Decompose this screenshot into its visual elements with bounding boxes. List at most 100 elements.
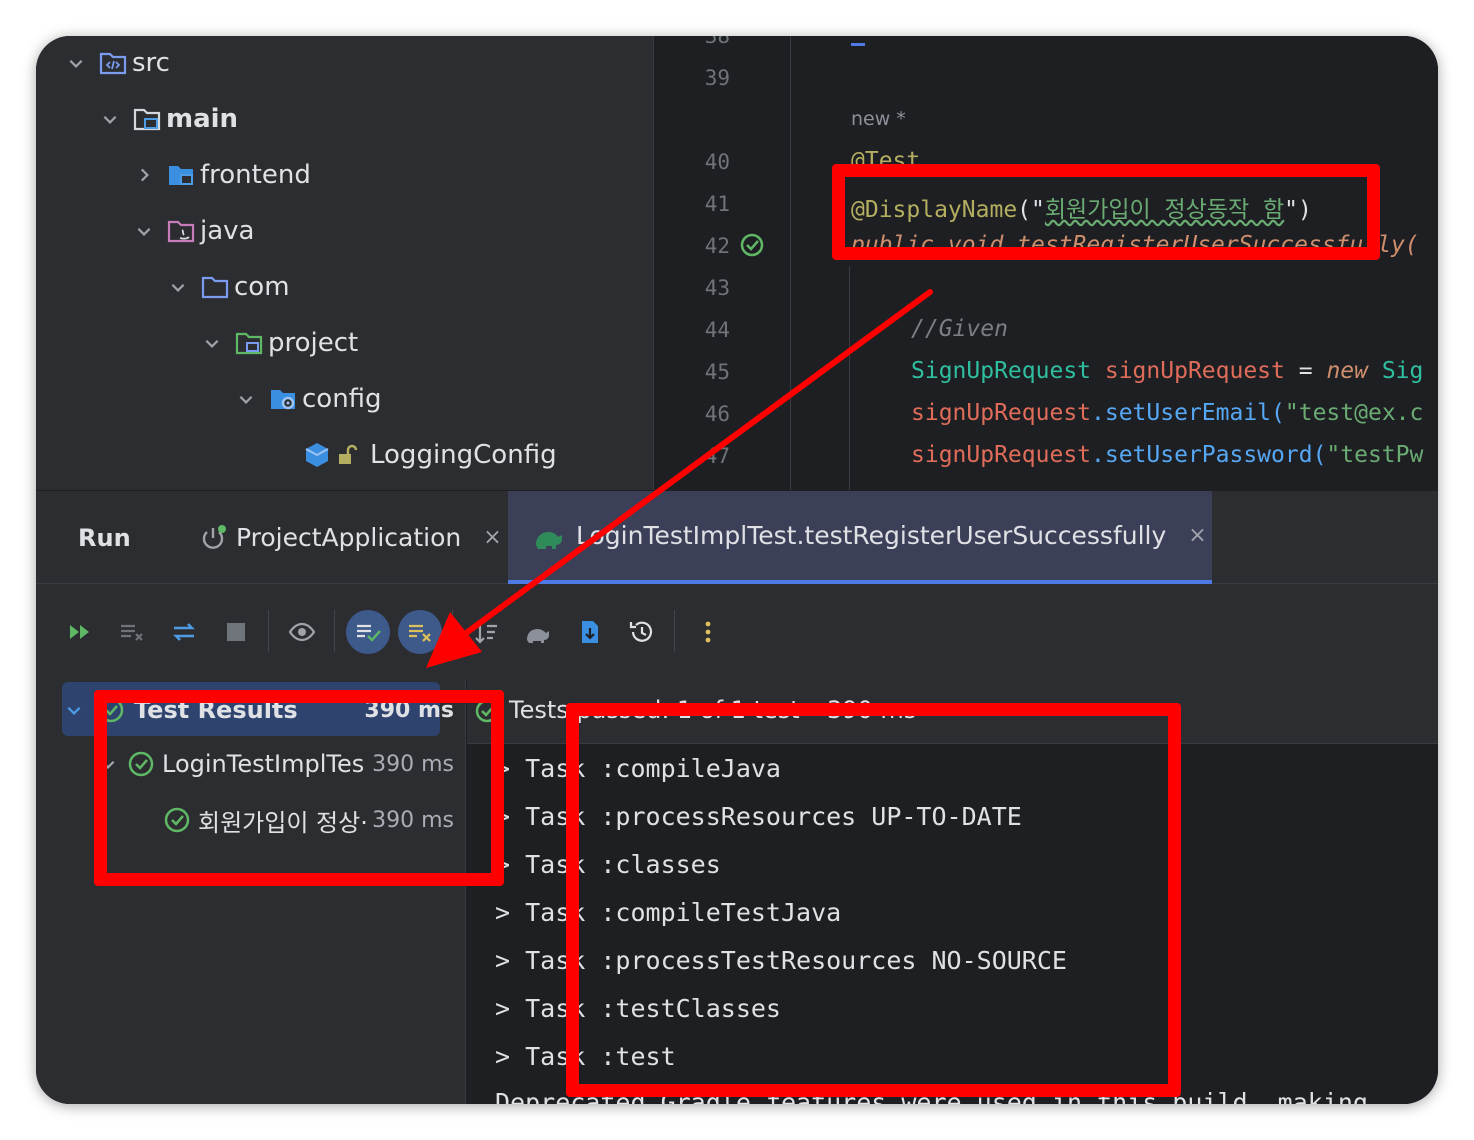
line-number: 45 bbox=[704, 360, 730, 384]
toggle-auto-test-icon[interactable] bbox=[162, 610, 206, 654]
declaration-line: SignUpRequest signUpRequest = new Sig bbox=[911, 358, 1423, 384]
editor-gutter: 38 39 40 41 42 43 44 45 46 47 bbox=[653, 36, 791, 490]
chevron-down-icon[interactable] bbox=[98, 107, 122, 131]
line-number: 43 bbox=[704, 276, 730, 300]
unlock-icon bbox=[336, 441, 360, 469]
export-icon[interactable] bbox=[568, 610, 612, 654]
close-icon[interactable]: × bbox=[483, 525, 501, 550]
annotation-token: @DisplayName bbox=[851, 197, 1018, 223]
type-token: Sig bbox=[1367, 358, 1424, 384]
tree-item-label: java bbox=[200, 216, 255, 246]
show-passed-tests-toggle-icon[interactable] bbox=[346, 610, 390, 654]
operator-token: = bbox=[1284, 358, 1327, 384]
gradle-elephant-icon bbox=[532, 521, 566, 551]
display-name-line: @DisplayName("회원가입이 정상동작 함") bbox=[851, 190, 1312, 224]
chevron-down-icon[interactable] bbox=[200, 331, 224, 355]
punctuation-token: (" bbox=[1017, 197, 1045, 223]
console-line: > Task :compileTestJava bbox=[495, 898, 842, 927]
rerun-icon[interactable] bbox=[58, 610, 102, 654]
history-icon[interactable] bbox=[620, 610, 664, 654]
more-icon[interactable] bbox=[686, 610, 730, 654]
console-line: > Task :testClasses bbox=[495, 994, 781, 1023]
test-duration: 390 ms bbox=[372, 751, 454, 777]
toolbar-separator bbox=[452, 610, 453, 652]
tree-item-label: com bbox=[234, 272, 290, 302]
test-class-label: LoginTestImplTes bbox=[162, 750, 365, 778]
chevron-down-icon[interactable] bbox=[132, 219, 156, 243]
run-test-passed-icon[interactable] bbox=[738, 231, 766, 259]
console-line: > Task :compileJava bbox=[495, 754, 781, 783]
package-folder-icon bbox=[234, 329, 264, 357]
passed-icon bbox=[162, 805, 192, 835]
chevron-down-icon[interactable] bbox=[166, 275, 190, 299]
line-number: 46 bbox=[704, 402, 730, 426]
variable-token: signUpRequest bbox=[1091, 358, 1285, 384]
tree-item-config[interactable]: config bbox=[234, 379, 382, 419]
tree-item-label: project bbox=[268, 328, 359, 358]
tree-item-main[interactable]: main bbox=[98, 99, 238, 139]
show-passed-icon[interactable] bbox=[280, 610, 324, 654]
test-annotation: @Test bbox=[851, 148, 921, 174]
tree-item-project[interactable]: project bbox=[200, 323, 358, 363]
variable-token: signUpRequest bbox=[911, 400, 1092, 426]
code-editor[interactable]: new * @Test @DisplayName("회원가입이 정상동작 함")… bbox=[791, 36, 1438, 490]
sort-icon[interactable] bbox=[464, 610, 508, 654]
string-token: "test@ex.c bbox=[1284, 400, 1424, 426]
line-number: 47 bbox=[704, 444, 730, 468]
show-ignored-icon[interactable] bbox=[398, 610, 442, 654]
close-icon[interactable]: × bbox=[1188, 523, 1206, 548]
rerun-failed-icon[interactable] bbox=[110, 610, 154, 654]
test-method-label: 회원가입이 정상· bbox=[198, 808, 368, 837]
line-number: 39 bbox=[704, 66, 730, 90]
chevron-down-icon[interactable] bbox=[96, 752, 120, 776]
console-line: > Task :processResources UP-TO-DATE bbox=[495, 802, 1022, 831]
tree-item-label: frontend bbox=[200, 160, 311, 190]
method-token: .setUserEmail( bbox=[1091, 400, 1285, 426]
test-method-row[interactable]: 회원가입이 정상· 390 ms bbox=[162, 798, 454, 842]
console-line: > Task :processTestResources NO-SOURCE bbox=[495, 946, 1067, 975]
package-folder-icon bbox=[200, 273, 230, 301]
config-folder-icon bbox=[268, 385, 298, 413]
test-results-root[interactable]: Test Results 390 ms bbox=[62, 688, 454, 732]
tree-item-label: src bbox=[132, 48, 170, 78]
tree-item-frontend[interactable]: frontend bbox=[132, 155, 311, 195]
keyword-token: new bbox=[1326, 358, 1368, 384]
method-token: .setUserPassword( bbox=[1091, 442, 1327, 468]
toolbar-separator bbox=[268, 610, 269, 652]
chevron-down-icon[interactable] bbox=[64, 51, 88, 75]
line-number: 44 bbox=[704, 318, 730, 342]
tree-item-src[interactable]: src bbox=[64, 43, 170, 83]
chevron-right-icon[interactable] bbox=[132, 163, 156, 187]
string-token: 회원가입이 정상동작 함 bbox=[1044, 197, 1285, 223]
chevron-down-icon[interactable] bbox=[62, 698, 86, 722]
gradle-icon[interactable] bbox=[516, 610, 560, 654]
test-status-text: Tests passed: 1 of 1 test – 390 ms bbox=[509, 696, 917, 724]
set-email-line: signUpRequest.setUserEmail("test@ex.c bbox=[911, 400, 1423, 426]
test-duration: 390 ms bbox=[364, 697, 454, 723]
tree-item-label: config bbox=[302, 384, 382, 414]
usages-hint[interactable]: new * bbox=[851, 108, 906, 130]
run-toolbar bbox=[36, 584, 1438, 680]
test-class-row[interactable]: LoginTestImplTes 390 ms bbox=[96, 742, 454, 786]
console-output[interactable]: Tests passed: 1 of 1 test – 390 ms > Tas… bbox=[467, 680, 1438, 1104]
tab-login-test[interactable]: LoginTestImplTest.testRegisterUserSucces… bbox=[508, 491, 1212, 584]
line-number: 41 bbox=[704, 192, 730, 216]
tab-project-application[interactable]: ProjectApplication × bbox=[186, 491, 514, 584]
passed-icon bbox=[126, 749, 156, 779]
tree-item-loggingconfig[interactable]: LoggingConfig bbox=[302, 435, 557, 475]
tree-item-com[interactable]: com bbox=[166, 267, 290, 307]
passed-icon bbox=[96, 695, 126, 725]
caret-marker bbox=[851, 36, 865, 46]
method-signature: public void testRegisterUserSuccessfully… bbox=[851, 232, 1419, 258]
stop-icon[interactable] bbox=[214, 610, 258, 654]
class-icon bbox=[302, 441, 332, 469]
string-token: "testPw bbox=[1326, 442, 1424, 468]
tab-label: LoginTestImplTest.testRegisterUserSucces… bbox=[576, 521, 1167, 550]
test-status-bar: Tests passed: 1 of 1 test – 390 ms bbox=[467, 680, 1438, 744]
test-results-label: Test Results bbox=[134, 696, 298, 724]
chevron-down-icon[interactable] bbox=[234, 387, 258, 411]
punctuation-token: ") bbox=[1284, 197, 1312, 223]
tree-item-java[interactable]: java bbox=[132, 211, 254, 251]
ide-window: src main frontend java com project confi… bbox=[36, 36, 1438, 1104]
module-folder-icon bbox=[132, 105, 162, 133]
